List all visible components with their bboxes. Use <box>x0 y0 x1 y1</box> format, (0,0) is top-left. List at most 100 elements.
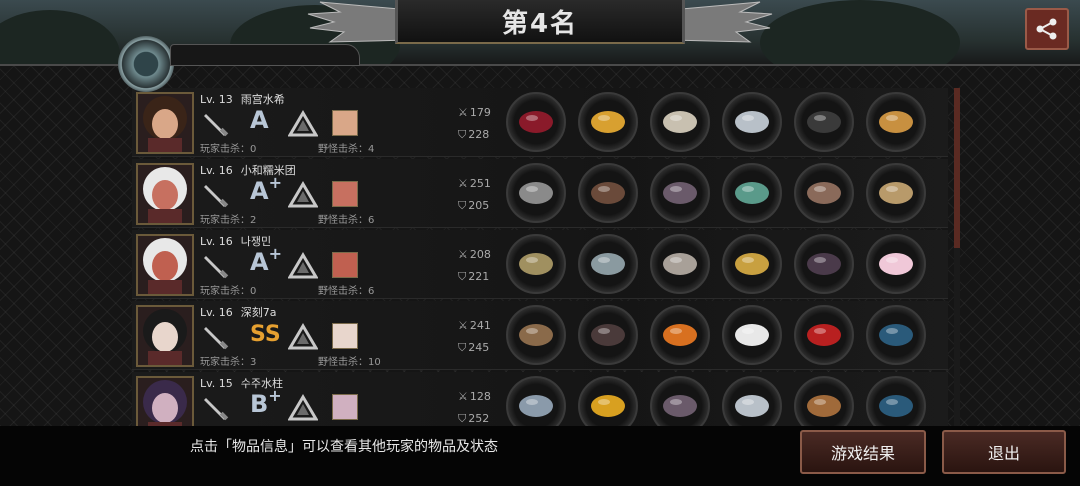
share-icon <box>1036 18 1057 40</box>
character-grade: A+ <box>250 244 282 276</box>
equipment-slot[interactable] <box>794 163 854 223</box>
scrollbar-thumb[interactable] <box>954 88 960 248</box>
pet-icon <box>332 323 358 349</box>
hint-text: 点击「物品信息」可以查看其他玩家的物品及状态 <box>190 439 498 455</box>
character-grade: A <box>250 106 269 134</box>
equipment-slot[interactable] <box>866 163 926 223</box>
equipment-slot[interactable] <box>650 305 710 365</box>
rank-title-banner: 第4名 <box>395 0 685 44</box>
equipment-slot[interactable] <box>578 234 638 294</box>
monster-kills: 野怪击杀：4 <box>318 144 375 155</box>
equipment-slot[interactable] <box>866 376 926 426</box>
player-row[interactable]: Lv. 16 深刻7a SS 玩家击杀：3 野怪击杀：10 ⚔ 241 ⛉ 245 <box>132 301 948 370</box>
triangle-rune-icon <box>288 252 318 280</box>
player-portrait[interactable] <box>136 92 194 154</box>
equipment-slot[interactable] <box>578 376 638 426</box>
leather-glove-icon <box>807 182 841 204</box>
player-portrait[interactable] <box>136 163 194 225</box>
long-spear-icon <box>519 324 553 346</box>
equipment-slot[interactable] <box>650 376 710 426</box>
equipment-slot[interactable] <box>578 163 638 223</box>
attack-value: 128 <box>469 390 491 403</box>
player-portrait[interactable] <box>136 234 194 296</box>
attack-icon: ⚔ <box>458 319 468 332</box>
defense-value: 245 <box>468 341 490 354</box>
monster-kills: 野怪击杀：6 <box>318 286 375 297</box>
blue-orb-icon <box>879 395 913 417</box>
result-panel: Lv. 13雨宫水希 A 玩家击杀：0野怪击杀：4 ⚔179 ⛉228 <box>0 64 1080 426</box>
gold-goggles-icon <box>879 111 913 133</box>
equipment-slot[interactable] <box>866 92 926 152</box>
defense-icon: ⛉ <box>458 341 467 354</box>
player-name: 深刻7a <box>240 306 277 319</box>
equipment-slot[interactable] <box>578 92 638 152</box>
equipment-slot[interactable] <box>506 92 566 152</box>
defense-icon: ⛉ <box>458 128 467 141</box>
equipment-slot[interactable] <box>722 92 782 152</box>
spear-icon <box>519 253 553 275</box>
rapier-icon <box>202 394 232 422</box>
treasure-box-icon <box>879 182 913 204</box>
player-level: Lv. 15 <box>200 377 233 390</box>
pet-icon <box>332 252 358 278</box>
player-list[interactable]: Lv. 13雨宫水希 A 玩家击杀：0野怪击杀：4 ⚔179 ⛉228 <box>132 88 948 426</box>
equipment-slot[interactable] <box>650 234 710 294</box>
player-row[interactable]: Lv. 16 小和糯米团 A+ 玩家击杀：2 野怪击杀：6 ⚔ 251 ⛉ 205 <box>132 159 948 228</box>
equipment-slot[interactable] <box>506 163 566 223</box>
medal-tab <box>170 44 360 66</box>
player-portrait[interactable] <box>136 305 194 367</box>
dark-gauntlet-icon <box>807 253 841 275</box>
equipment-slot[interactable] <box>506 376 566 426</box>
equipment-slot[interactable] <box>722 163 782 223</box>
silver-bracer-icon <box>735 395 769 417</box>
equipment-slot[interactable] <box>506 234 566 294</box>
equipment-slot[interactable] <box>866 305 926 365</box>
defense-value: 252 <box>468 412 490 425</box>
exit-button[interactable]: 退出 <box>942 430 1066 474</box>
player-row[interactable]: Lv. 15수주水柱 B+ 玩家击杀：1野怪击杀：5 ⚔128 ⛉252 <box>132 372 948 426</box>
dagger-icon <box>519 182 553 204</box>
pet-icon <box>332 110 358 136</box>
player-level: Lv. 13 <box>200 93 233 106</box>
player-row[interactable]: Lv. 16 나쟁민 A+ 玩家击杀：0 野怪击杀：6 ⚔ 208 ⛉ 221 <box>132 230 948 299</box>
equipment-slot[interactable] <box>794 305 854 365</box>
plate-armor-icon <box>663 253 697 275</box>
share-button[interactable] <box>1025 8 1069 50</box>
player-row[interactable]: Lv. 13 雨宫水希 A 玩家击杀：0 野怪击杀：4 ⚔ 179 ⛉ 228 <box>132 88 948 157</box>
equipment-slot[interactable] <box>794 92 854 152</box>
player-level: Lv. 16 <box>200 306 233 319</box>
attack-value: 179 <box>469 106 491 119</box>
equipment-slot[interactable] <box>794 376 854 426</box>
equipment-slot[interactable] <box>650 163 710 223</box>
game-result-button[interactable]: 游戏结果 <box>800 430 926 474</box>
equipment-slot[interactable] <box>794 234 854 294</box>
equipment-slot[interactable] <box>722 376 782 426</box>
equipment-slot[interactable] <box>506 305 566 365</box>
attack-value: 241 <box>469 319 491 332</box>
gold-bracer-icon <box>735 253 769 275</box>
red-heels-icon <box>807 324 841 346</box>
equipment-slot[interactable] <box>866 234 926 294</box>
player-level-name: Lv. 16 나쟁민 <box>200 233 271 249</box>
combat-stats: ⚔ 179 ⛉ 228 <box>458 102 491 146</box>
defense-icon: ⛉ <box>458 199 467 212</box>
pink-pearl-icon <box>879 253 913 275</box>
equipment-slot[interactable] <box>722 234 782 294</box>
wing-ornament-right <box>670 1 773 43</box>
player-portrait[interactable] <box>136 376 194 426</box>
equipment-slot[interactable] <box>650 92 710 152</box>
equipment-slot[interactable] <box>722 305 782 365</box>
player-kills: 玩家击杀：0 <box>200 286 257 297</box>
equipment-slot[interactable] <box>578 305 638 365</box>
dark-boots-icon <box>807 111 841 133</box>
knife-icon <box>202 252 232 280</box>
defense-value: 205 <box>468 199 490 212</box>
combat-stats: ⚔ 128 ⛉ 252 <box>458 386 491 426</box>
tree-silhouette <box>0 10 120 70</box>
triangle-rune-icon <box>288 394 318 422</box>
dark-helmet-icon <box>591 324 625 346</box>
character-grade: A+ <box>250 173 282 205</box>
machete-icon <box>202 323 232 351</box>
combat-stats: ⚔ 241 ⛉ 245 <box>458 315 491 359</box>
pet-icon <box>332 181 358 207</box>
